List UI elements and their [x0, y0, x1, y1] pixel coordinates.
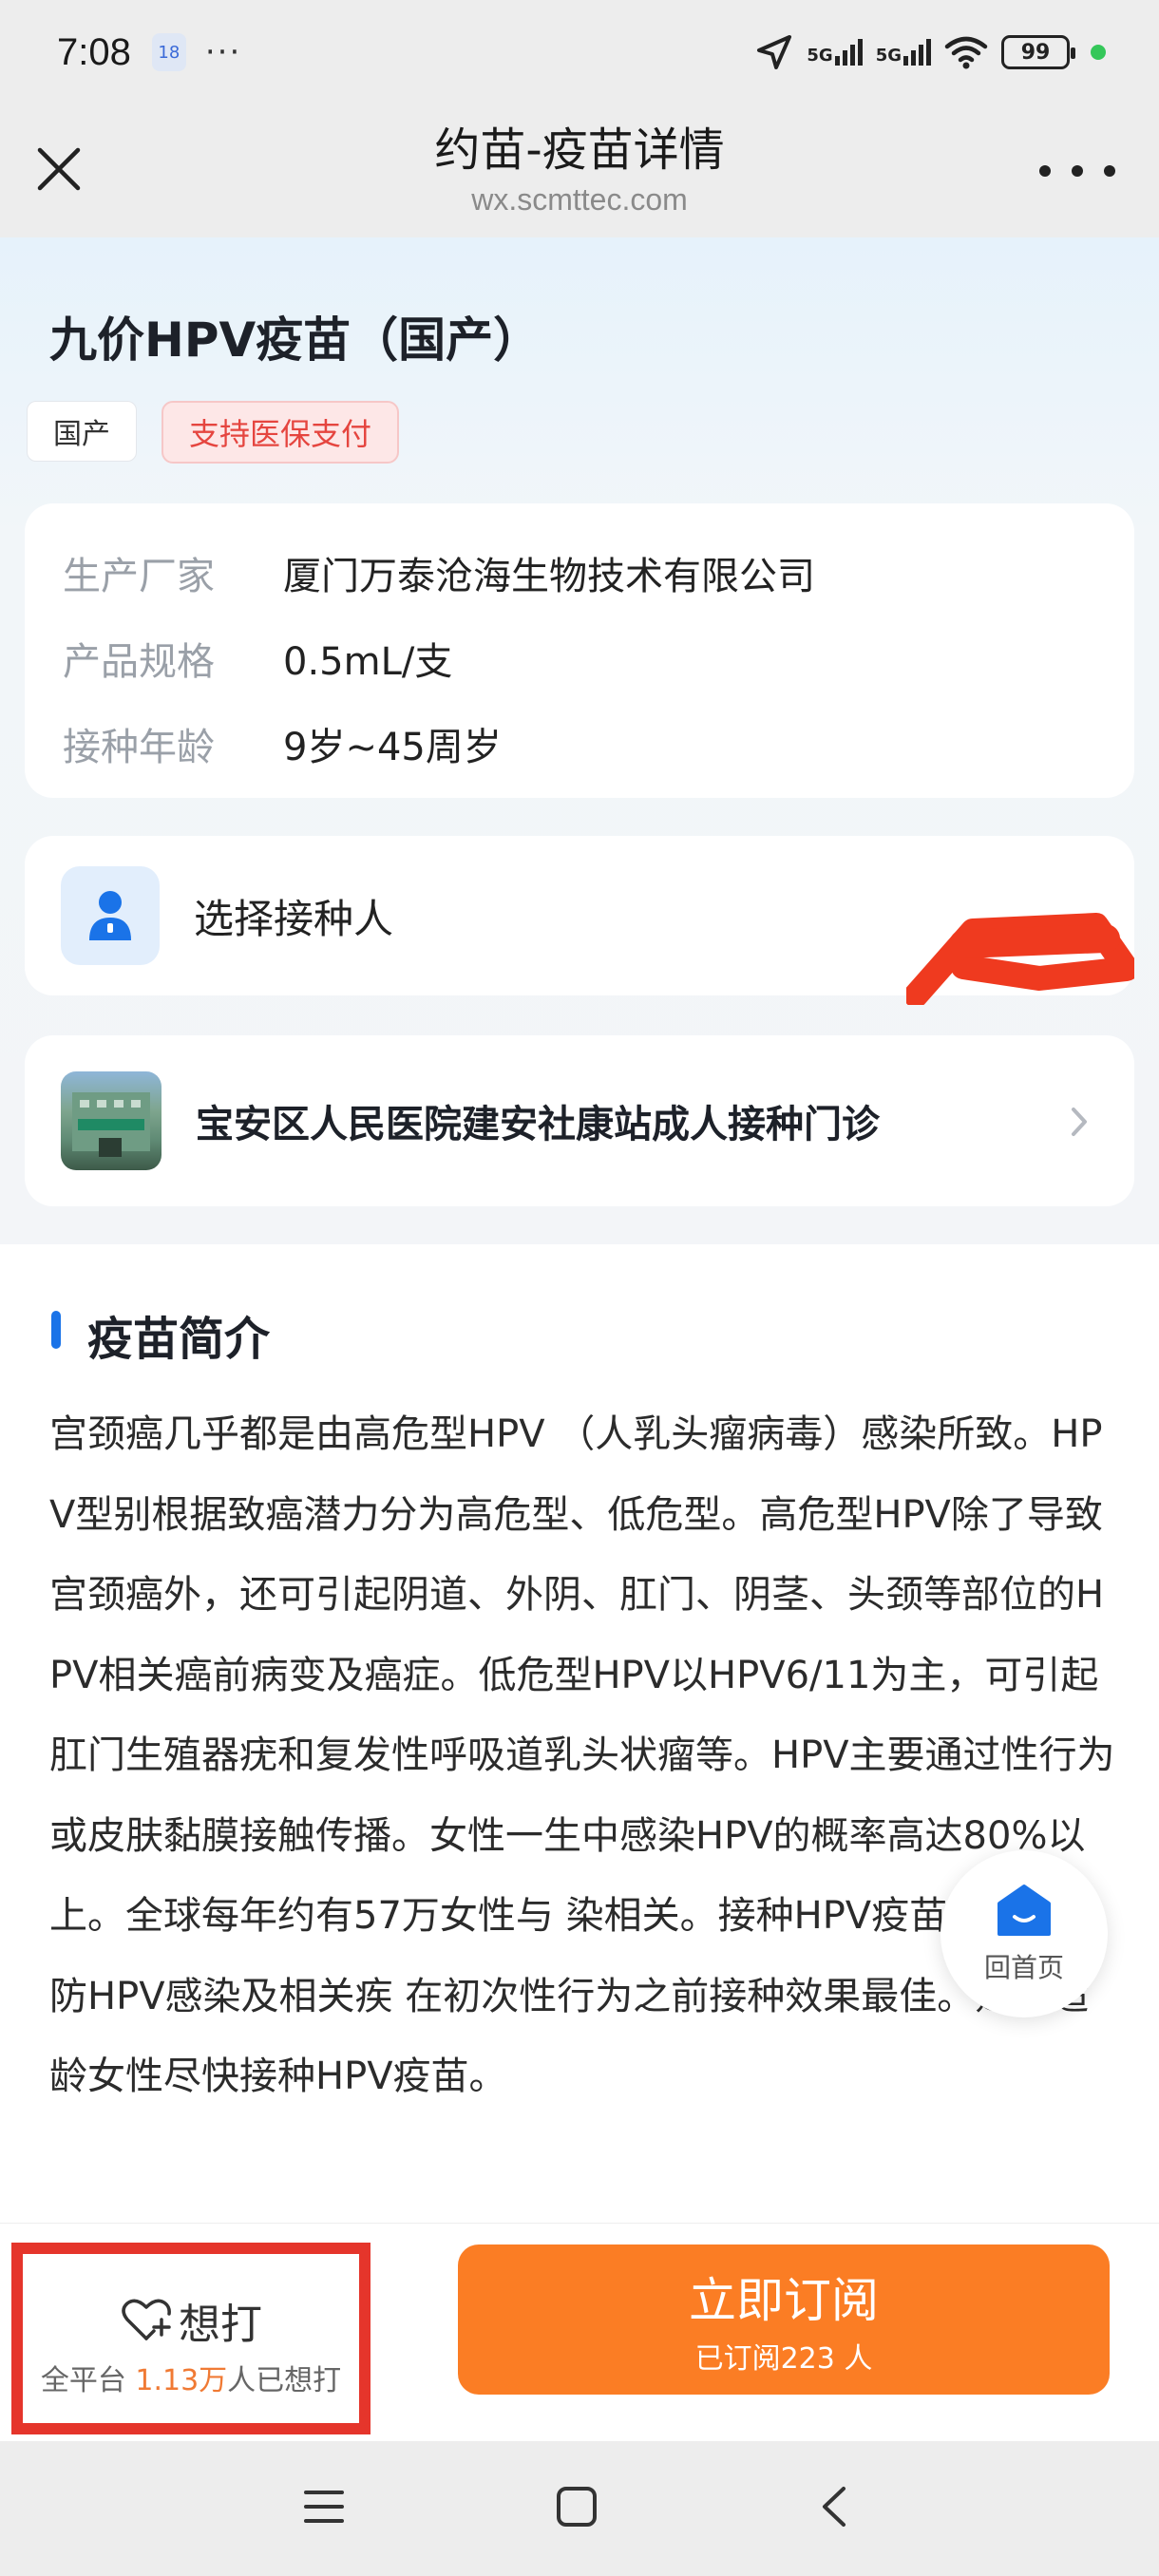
network-type-label: 5G — [807, 46, 833, 66]
select-person-label: 选择接种人 — [194, 895, 394, 942]
system-nav-bar — [0, 2441, 1159, 2576]
subscribe-count: 已订阅223 人 — [694, 2342, 873, 2376]
clinic-photo — [61, 1071, 162, 1170]
home-icon — [998, 1885, 1051, 1936]
status-bar: 7:08 18 ··· 5G 5G 99 — [0, 0, 1159, 104]
heart-plus-icon — [122, 2299, 171, 2340]
section-accent-bar — [51, 1311, 61, 1349]
info-row-spec: 产品规格 0.5mL/支 — [25, 616, 1134, 701]
subscribe-label: 立即订阅 — [689, 2273, 879, 2328]
clinic-name: 宝安区人民医院建安社康站成人接种门诊 — [196, 1103, 880, 1146]
more-dot-icon — [1072, 165, 1083, 177]
vaccine-info-card: 生产厂家 厦门万泰沧海生物技术有限公司 产品规格 0.5mL/支 接种年龄 9岁… — [25, 503, 1134, 798]
want-count-text: 全平台 1.13万人已想打 — [23, 2357, 359, 2398]
wifi-icon — [944, 35, 988, 69]
intro-text: 宫颈癌几乎都是由高危型HPV （人乳头瘤病毒）感染所致。HPV型别根据致癌潜力分… — [49, 1412, 1115, 2098]
system-home-icon[interactable] — [555, 2485, 598, 2529]
select-person-card[interactable]: 选择接种人 — [25, 836, 1134, 1005]
info-label: 接种年龄 — [63, 726, 215, 769]
system-back-icon[interactable] — [815, 2485, 853, 2529]
back-to-home-button[interactable]: 回首页 — [940, 1850, 1108, 2017]
tag-domestic: 国产 — [27, 401, 137, 462]
more-dot-icon — [1104, 165, 1115, 177]
bottom-action-bar: 想打 全平台 1.13万人已想打 立即订阅 已订阅223 人 — [0, 2223, 1159, 2441]
more-dot-icon — [1039, 165, 1051, 177]
signal-icon: 5G — [807, 39, 863, 66]
signal-icon: 5G — [876, 39, 931, 66]
want-top: 想打 — [23, 2290, 359, 2351]
want-vaccine-button[interactable]: 想打 全平台 1.13万人已想打 — [11, 2243, 370, 2434]
more-notifications-icon: ··· — [204, 33, 242, 71]
info-value: 厦门万泰沧海生物技术有限公司 — [283, 555, 815, 598]
network-type-label: 5G — [875, 46, 902, 66]
info-label: 生产厂家 — [63, 555, 215, 598]
info-row-age: 接种年龄 9岁~45周岁 — [25, 701, 1134, 786]
page-title: 约苗-疫苗详情 — [434, 123, 725, 177]
person-icon — [61, 866, 160, 965]
info-value: 9岁~45周岁 — [283, 726, 502, 769]
chevron-right-icon — [1072, 1108, 1087, 1136]
notification-badge-icon: 18 — [151, 33, 186, 71]
redaction-mark — [906, 913, 1134, 1005]
status-icons: 5G 5G 99 — [755, 33, 1106, 71]
camera-indicator-icon — [1091, 45, 1106, 60]
want-suffix: 人已想打 — [227, 2364, 342, 2397]
tag-insurance-payment: 支持医保支付 — [162, 401, 399, 464]
subscribe-button[interactable]: 立即订阅 已订阅223 人 — [458, 2245, 1110, 2395]
page-url: wx.scmttec.com — [471, 182, 688, 217]
vaccine-name: 九价HPV疫苗（国产） — [49, 313, 542, 368]
status-time: 7:08 — [57, 30, 131, 73]
want-prefix: 全平台 — [40, 2364, 136, 2397]
info-value: 0.5mL/支 — [283, 640, 453, 684]
info-label: 产品规格 — [63, 640, 215, 684]
info-row-manufacturer: 生产厂家 厦门万泰沧海生物技术有限公司 — [25, 530, 1134, 616]
recent-apps-icon[interactable] — [302, 2485, 346, 2529]
battery-icon: 99 — [1001, 35, 1075, 69]
clinic-card[interactable]: 宝安区人民医院建安社康站成人接种门诊 — [25, 1035, 1134, 1206]
intro-title: 疫苗简介 — [87, 1313, 271, 1366]
more-options-button[interactable] — [1039, 152, 1115, 190]
want-count: 1.13万 — [135, 2364, 228, 2397]
location-icon — [755, 33, 793, 71]
want-label: 想打 — [179, 2301, 262, 2349]
home-label: 回首页 — [983, 1952, 1064, 1983]
title-bar: 约苗-疫苗详情 wx.scmttec.com — [0, 104, 1159, 237]
